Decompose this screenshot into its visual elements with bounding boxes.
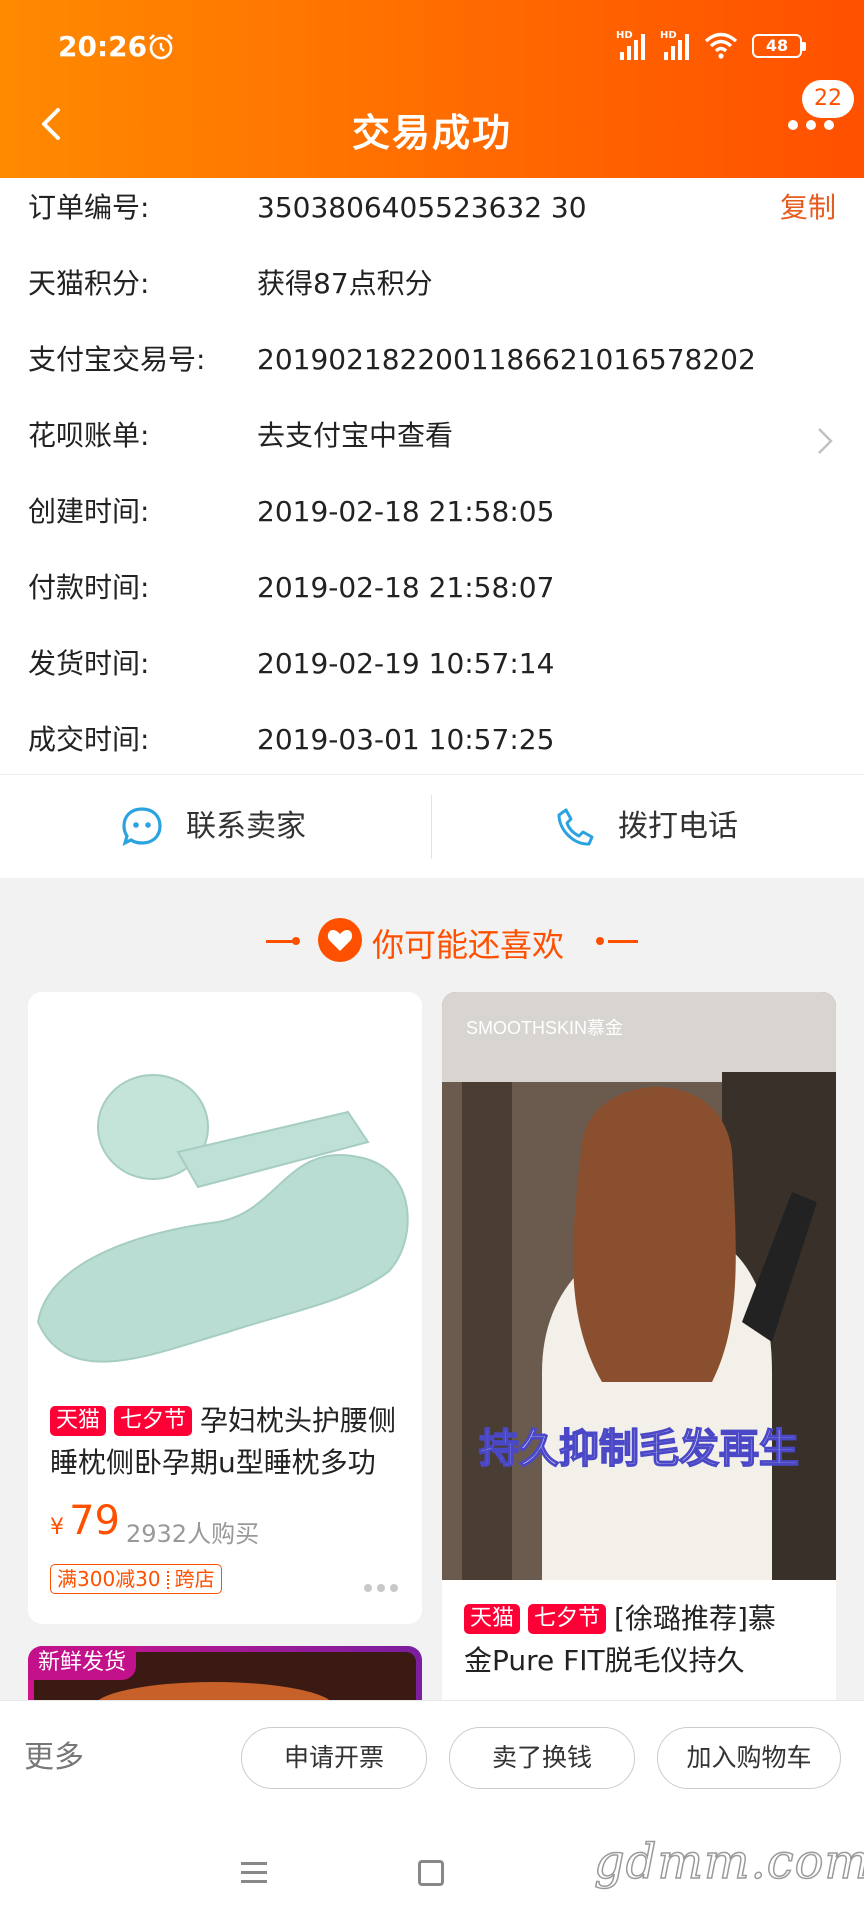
created-time-row: 创建时间: 2019-02-18 21:58:05 (0, 482, 864, 558)
decor-dot-right (596, 937, 604, 945)
page-title: 交易成功 (351, 111, 512, 155)
product-card[interactable]: SMOOTHSKIN慕金 持久抑制毛发再生 天猫 七夕节 [徐璐推荐]慕 金Pure… (442, 992, 836, 1712)
info-label: 订单编号: (28, 191, 150, 224)
paid-time-row: 付款时间: 2019-02-18 21:58:07 (0, 558, 864, 634)
chevron-right-icon (818, 428, 833, 454)
paid-time-value: 2019-02-18 21:58:07 (257, 571, 555, 604)
fresh-shipping-badge: 新鲜发货 (28, 1646, 137, 1680)
top-header: 20:26 HD HD 48 交易成功 22 (0, 0, 864, 178)
signal-icon-1 (620, 34, 645, 60)
tmall-tag: 天猫 (50, 1406, 107, 1436)
promo-text: 满300减30 (57, 1567, 161, 1591)
product-image-epilator-ad (442, 992, 836, 1580)
product-title: 天猫 七夕节 孕妇枕头护腰侧 睡枕侧卧孕期u型睡枕多功 (50, 1400, 408, 1484)
contact-bar: 联系卖家 拨打电话 (0, 774, 864, 878)
currency-symbol: ¥ (50, 1515, 64, 1540)
huabei-bill-link[interactable]: 去支付宝中查看 (257, 406, 453, 466)
alipay-trade-row: 支付宝交易号: 2019021822001186621016578202 (0, 330, 864, 406)
order-number-value: 3503806405523632 30 (257, 191, 587, 224)
product-image-pillow (28, 992, 422, 1384)
system-nav-bar: gdmm.com (0, 1816, 864, 1920)
watermark-text: gdmm.com (593, 1833, 864, 1891)
sell-button[interactable]: 卖了换钱 (449, 1727, 635, 1789)
tmall-tag: 天猫 (464, 1604, 521, 1634)
points-value: 获得87点积分 (257, 267, 433, 300)
info-label: 成交时间: (28, 723, 150, 756)
battery-indicator: 48 (752, 34, 806, 58)
promo-badge: 满300减30 跨店 (50, 1564, 222, 1594)
decor-dot-left (292, 937, 300, 945)
festival-tag: 七夕节 (114, 1406, 193, 1436)
title-line-2: 睡枕侧卧孕期u型睡枕多功 (50, 1446, 376, 1479)
phone-icon (557, 808, 594, 846)
festival-tag: 七夕节 (528, 1604, 607, 1634)
shipped-time-value: 2019-02-19 10:57:14 (257, 647, 555, 680)
product-title: 天猫 七夕节 [徐璐推荐]慕 金Pure FIT脱毛仪持久 (464, 1598, 822, 1682)
heart-icon (318, 918, 362, 962)
call-phone-button[interactable]: 拨打电话 (432, 775, 863, 879)
status-time: 20:26 (58, 30, 148, 63)
price: ¥ 79 (50, 1498, 120, 1544)
created-time-value: 2019-02-18 21:58:05 (257, 495, 555, 528)
add-to-cart-button[interactable]: 加入购物车 (657, 1727, 841, 1789)
info-label: 创建时间: (28, 495, 150, 528)
menu-icon[interactable] (241, 1862, 267, 1884)
alarm-icon (149, 34, 173, 60)
bottom-action-bar: 更多 申请开票 卖了换钱 加入购物车 (0, 1700, 864, 1816)
info-label: 天猫积分: (28, 267, 150, 300)
title-line-1: 孕妇枕头护腰侧 (200, 1404, 397, 1437)
sold-count: 2932人购买 (126, 1520, 260, 1548)
call-phone-label: 拨打电话 (618, 809, 738, 844)
promo-extra: 跨店 (174, 1567, 215, 1591)
alipay-trade-value: 2019021822001186621016578202 (257, 343, 756, 376)
decor-line-right (608, 940, 638, 943)
contact-seller-label: 联系卖家 (186, 809, 306, 844)
order-number-row: 订单编号: 3503806405523632 30 复制 (0, 178, 864, 254)
title-line-1: [徐璐推荐]慕 (614, 1602, 776, 1635)
more-button[interactable]: 更多 (24, 1701, 84, 1815)
huabei-bill-row[interactable]: 花呗账单: 去支付宝中查看 (0, 406, 864, 482)
chat-bubble-icon (122, 807, 162, 847)
home-icon[interactable] (418, 1860, 444, 1886)
card-more-icon[interactable] (364, 1584, 398, 1592)
order-info-panel: 订单编号: 3503806405523632 30 复制 天猫积分: 获得87点… (0, 178, 864, 774)
points-row: 天猫积分: 获得87点积分 (0, 254, 864, 330)
price-value: 79 (69, 1498, 120, 1544)
wifi-icon (704, 32, 738, 59)
completed-time-value: 2019-03-01 10:57:25 (257, 723, 555, 756)
invoice-button[interactable]: 申请开票 (241, 1727, 427, 1789)
recommend-title: 你可能还喜欢 (372, 926, 565, 964)
contact-seller-button[interactable]: 联系卖家 (0, 775, 431, 879)
product-card[interactable]: 天猫 七夕节 孕妇枕头护腰侧 睡枕侧卧孕期u型睡枕多功 ¥ 79 2932人购买 满… (28, 992, 422, 1624)
brand-logo: SMOOTHSKIN慕金 (466, 1018, 624, 1038)
signal-icon-2 (664, 34, 689, 60)
shipped-time-row: 发货时间: 2019-02-19 10:57:14 (0, 634, 864, 710)
info-label: 花呗账单: (28, 419, 150, 452)
message-count-badge: 22 (802, 80, 854, 118)
info-label: 支付宝交易号: (28, 343, 206, 376)
recommend-header: 你可能还喜欢 (0, 918, 864, 968)
info-label: 发货时间: (28, 647, 150, 680)
ad-overlay-text: 持久抑制毛发再生 (478, 1425, 800, 1473)
info-label: 付款时间: (28, 571, 150, 604)
title-line-2: 金Pure FIT脱毛仪持久 (464, 1644, 745, 1677)
copy-button[interactable]: 复制 (780, 178, 836, 238)
